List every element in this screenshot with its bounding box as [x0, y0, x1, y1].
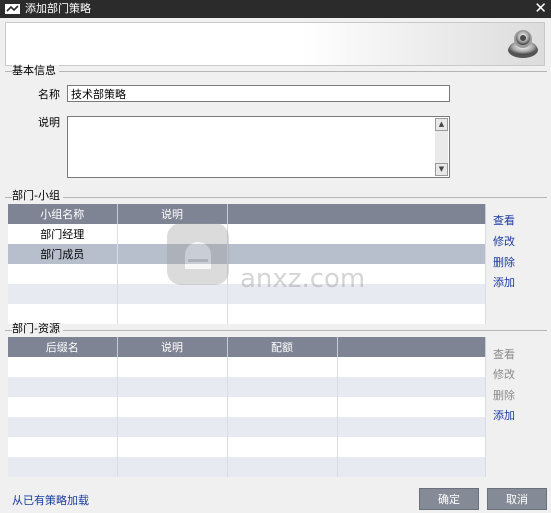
- resource-desc-cell: [117, 457, 228, 477]
- groups-edit-link[interactable]: 修改: [493, 235, 515, 249]
- col-group-blank: [227, 204, 486, 224]
- col-suffix[interactable]: 后缀名: [8, 337, 118, 357]
- group-extra-cell: [227, 224, 486, 244]
- suffix-cell: [8, 397, 118, 417]
- group-name-cell: [8, 284, 118, 304]
- group-extra-cell: [227, 304, 486, 324]
- suffix-cell: [8, 437, 118, 457]
- resource-extra-cell: [337, 437, 486, 457]
- resource-extra-cell: [337, 357, 486, 377]
- resources-edit-link[interactable]: 修改: [493, 368, 515, 382]
- name-input[interactable]: [67, 85, 450, 102]
- groups-header-row: 小组名称 说明: [8, 204, 486, 224]
- group-name-cell: [8, 304, 118, 324]
- resource-extra-cell: [337, 417, 486, 437]
- col-resource-blank: [337, 337, 486, 357]
- gear-icon: [508, 30, 538, 58]
- basic-info-label: 基本信息: [12, 65, 59, 77]
- table-row[interactable]: [8, 437, 486, 457]
- app-logo-icon: [5, 4, 20, 14]
- suffix-cell: [8, 377, 118, 397]
- resource-extra-cell: [337, 377, 486, 397]
- group-name-cell: [8, 264, 118, 284]
- table-row[interactable]: [8, 417, 486, 437]
- load-from-existing-link[interactable]: 从已有策略加载: [12, 492, 89, 508]
- groups-table: 小组名称 说明 部门经理 部门成员: [8, 204, 486, 324]
- resources-header-row: 后缀名 说明 配额: [8, 337, 486, 357]
- resources-table: 后缀名 说明 配额: [8, 337, 486, 477]
- resources-view-link[interactable]: 查看: [493, 348, 515, 362]
- header-banner: [5, 22, 545, 66]
- table-row[interactable]: [8, 377, 486, 397]
- col-quota[interactable]: 配额: [227, 337, 338, 357]
- resource-desc-cell: [117, 417, 228, 437]
- quota-cell: [227, 397, 338, 417]
- dept-resources-label: 部门-资源: [12, 323, 63, 335]
- table-row[interactable]: [8, 357, 486, 377]
- name-label: 名称: [38, 88, 60, 101]
- group-desc-cell: [117, 284, 228, 304]
- table-row[interactable]: [8, 284, 486, 304]
- group-name-cell: 部门成员: [8, 244, 118, 264]
- ok-button[interactable]: 确定: [419, 488, 479, 510]
- resource-extra-cell: [337, 397, 486, 417]
- quota-cell: [227, 417, 338, 437]
- description-textarea[interactable]: ▲ ▼: [67, 116, 450, 178]
- group-extra-cell: [227, 284, 486, 304]
- resource-desc-cell: [117, 357, 228, 377]
- resources-add-link[interactable]: 添加: [493, 409, 515, 423]
- table-row[interactable]: 部门经理: [8, 224, 486, 244]
- resource-extra-cell: [337, 457, 486, 477]
- dept-groups-label: 部门-小组: [12, 190, 63, 202]
- groups-delete-link[interactable]: 删除: [493, 256, 515, 270]
- window-title: 添加部门策略: [25, 2, 91, 15]
- table-row[interactable]: [8, 304, 486, 324]
- groups-add-link[interactable]: 添加: [493, 276, 515, 290]
- resources-delete-link[interactable]: 删除: [493, 389, 515, 403]
- quota-cell: [227, 437, 338, 457]
- suffix-cell: [8, 357, 118, 377]
- group-desc-cell: [117, 224, 228, 244]
- group-name-cell: 部门经理: [8, 224, 118, 244]
- suffix-cell: [8, 457, 118, 477]
- group-extra-cell: [227, 244, 486, 264]
- quota-cell: [227, 377, 338, 397]
- group-desc-cell: [117, 264, 228, 284]
- group-extra-cell: [227, 264, 486, 284]
- title-bar: 添加部门策略 ✕: [0, 0, 551, 18]
- description-label: 说明: [38, 116, 60, 129]
- group-desc-cell: [117, 244, 228, 264]
- groups-view-link[interactable]: 查看: [493, 214, 515, 228]
- quota-cell: [227, 357, 338, 377]
- table-row[interactable]: 部门成员: [8, 244, 486, 264]
- scroll-up-icon[interactable]: ▲: [435, 118, 448, 131]
- col-resource-desc[interactable]: 说明: [117, 337, 228, 357]
- resource-desc-cell: [117, 437, 228, 457]
- group-desc-cell: [117, 304, 228, 324]
- scroll-down-icon[interactable]: ▼: [435, 163, 448, 176]
- table-row[interactable]: [8, 264, 486, 284]
- col-group-name[interactable]: 小组名称: [8, 204, 118, 224]
- suffix-cell: [8, 417, 118, 437]
- table-row[interactable]: [8, 457, 486, 477]
- table-row[interactable]: [8, 397, 486, 417]
- close-icon[interactable]: ✕: [534, 0, 547, 17]
- quota-cell: [227, 457, 338, 477]
- cancel-button[interactable]: 取消: [487, 488, 547, 510]
- resource-desc-cell: [117, 377, 228, 397]
- col-group-desc[interactable]: 说明: [117, 204, 228, 224]
- resource-desc-cell: [117, 397, 228, 417]
- description-scrollbar[interactable]: ▲ ▼: [435, 118, 448, 176]
